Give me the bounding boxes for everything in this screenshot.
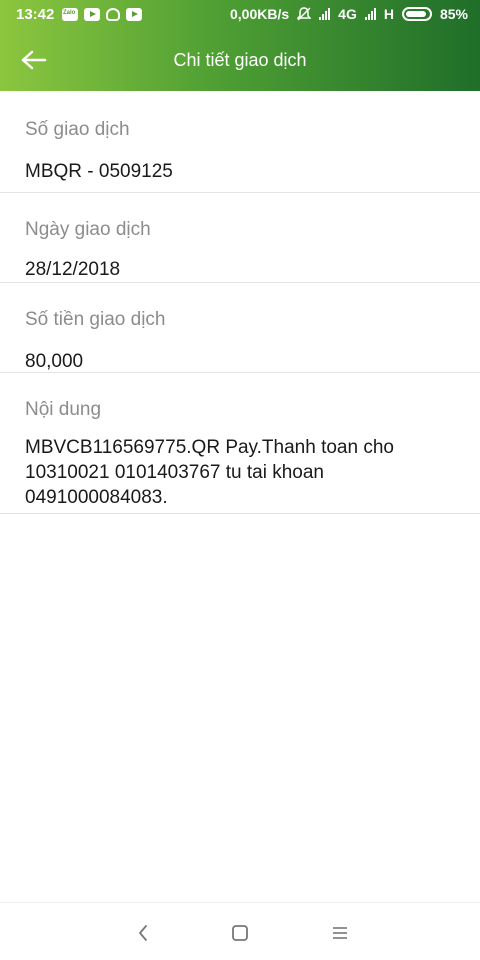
network-type-2: H: [383, 6, 394, 22]
page-title: Chi tiết giao dịch: [173, 50, 307, 70]
detail-row-transaction-date: Ngày giao dịch 28/12/2018: [0, 193, 480, 283]
system-nav-bar: [0, 902, 480, 960]
detail-row-transaction-number: Số giao dịch MBQR - 0509125: [0, 91, 480, 193]
detail-value: MBQR - 0509125: [25, 161, 173, 182]
battery-level: 85%: [439, 6, 468, 22]
detail-label: Số giao dịch: [25, 119, 130, 140]
youtube-icon-2: [126, 8, 142, 21]
p-app-icon: [106, 8, 120, 21]
detail-value: 28/12/2018: [25, 259, 121, 280]
notification-icons: [62, 8, 142, 21]
chevron-left-icon: [139, 925, 147, 941]
detail-label: Ngày giao dịch: [25, 219, 151, 240]
detail-label: Nội dung: [25, 399, 102, 420]
detail-value: 80,000: [25, 351, 84, 372]
status-bar: 13:42 0,00KB/s 4G H 85%: [0, 0, 480, 30]
transaction-details: Số giao dịch MBQR - 0509125 Ngày giao dị…: [0, 91, 480, 514]
nav-menu-button[interactable]: [330, 923, 350, 943]
signal-icon: [319, 8, 331, 20]
detail-row-transaction-amount: Số tiền giao dịch 80,000: [0, 283, 480, 373]
status-right: 0,00KB/s 4G H 85%: [230, 6, 468, 22]
signal-icon-2: [364, 8, 376, 20]
status-time: 13:42: [16, 6, 55, 23]
detail-row-content: Nội dung MBVCB116569775.QR Pay.Thanh toa…: [0, 373, 480, 514]
mute-bell-icon: [296, 7, 312, 21]
detail-value: MBVCB116569775.QR Pay.Thanh toan cho 103…: [25, 437, 394, 508]
network-type: 4G: [338, 6, 357, 22]
square-home-icon: [232, 925, 248, 941]
detail-label: Số tiền giao dịch: [25, 309, 166, 330]
app-header: Chi tiết giao dịch: [0, 30, 480, 91]
network-speed: 0,00KB/s: [230, 6, 290, 22]
youtube-icon: [84, 8, 100, 21]
nav-home-button[interactable]: [230, 923, 250, 943]
hamburger-menu-icon: [333, 927, 347, 939]
battery-icon: [401, 7, 432, 21]
nav-back-button[interactable]: [133, 923, 153, 943]
zalo-icon: [62, 8, 78, 21]
